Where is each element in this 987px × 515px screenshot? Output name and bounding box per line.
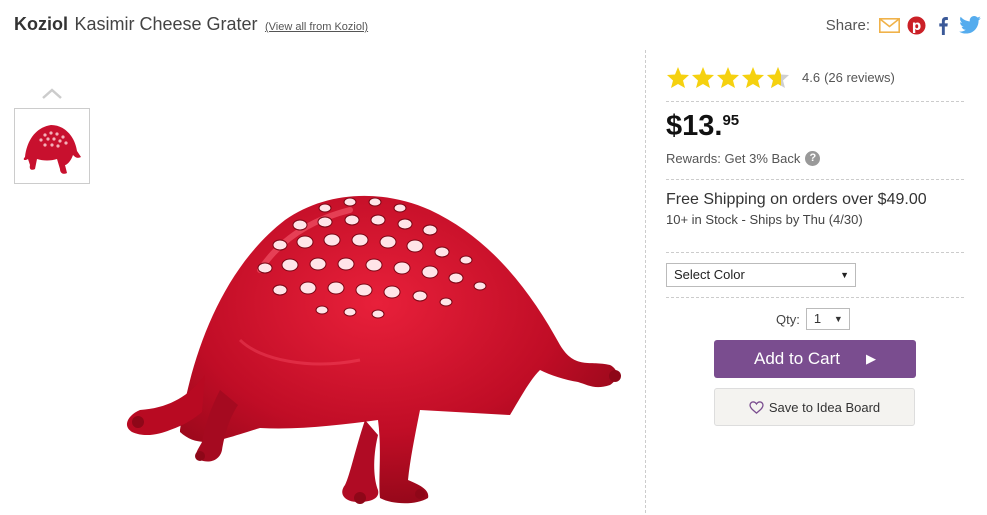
rewards-row: Rewards: Get 3% Back ? [666,151,821,166]
color-select-value: Select Color [674,267,745,282]
star-icon [667,67,689,88]
rewards-text: Rewards: Get 3% Back [666,151,801,166]
star-half-icon [767,67,789,88]
star-rating[interactable] [666,66,790,89]
facebook-icon[interactable] [932,14,954,36]
mail-icon[interactable] [878,14,900,36]
review-count-link[interactable]: (26 reviews) [824,70,895,85]
play-arrow-icon: ▶ [866,351,876,366]
qty-value: 1 [813,311,822,326]
thumbnail-up-chevron-icon[interactable] [40,86,64,100]
dropdown-arrow-icon: ▼ [840,270,849,280]
product-title: Kasimir Cheese Grater [74,14,258,34]
qty-select[interactable]: 1 ▼ [805,308,850,330]
qty-label: Qty: [776,311,800,327]
divider [666,252,964,253]
brand-name[interactable]: Koziol [14,14,68,34]
stock-status: 10+ in Stock - Ships by Thu (4/30) [666,212,863,227]
heart-icon [749,400,764,414]
svg-text:p: p [911,19,920,34]
color-select[interactable]: Select Color ▼ [666,263,856,287]
help-icon[interactable]: ? [805,151,821,166]
price-cents: 95 [722,112,740,129]
product-header: Koziol Kasimir Cheese Grater (View all f… [14,14,368,35]
star-icon [717,67,739,88]
rating-row: 4.6 (26 reviews) [666,66,895,89]
divider [666,179,964,180]
add-to-cart-label: Add to Cart [754,349,840,368]
save-to-idea-board-label: Save to Idea Board [768,399,881,415]
star-icon [742,67,764,88]
share-bar: Share: p [826,14,981,36]
product-thumbnail[interactable] [14,108,90,184]
star-icon [692,67,714,88]
product-main-image [110,180,630,510]
divider [666,297,964,298]
quantity-row: Qty: 1 ▼ [776,308,850,330]
pinterest-icon[interactable]: p [905,14,927,36]
price: $13.95 [666,110,739,143]
dropdown-arrow-icon: ▼ [833,314,843,324]
save-to-idea-board-button[interactable]: Save to Idea Board [714,388,915,426]
rating-value: 4.6 [802,70,821,85]
column-divider [645,50,646,513]
add-to-cart-button[interactable]: Add to Cart ▶ [714,340,916,378]
price-main: $13. [666,110,723,142]
share-label: Share: [825,16,870,34]
view-all-link[interactable]: (View all from Koziol) [265,21,368,33]
twitter-icon[interactable] [959,14,981,36]
shipping-headline: Free Shipping on orders over $49.00 [666,191,927,208]
divider [666,101,964,102]
